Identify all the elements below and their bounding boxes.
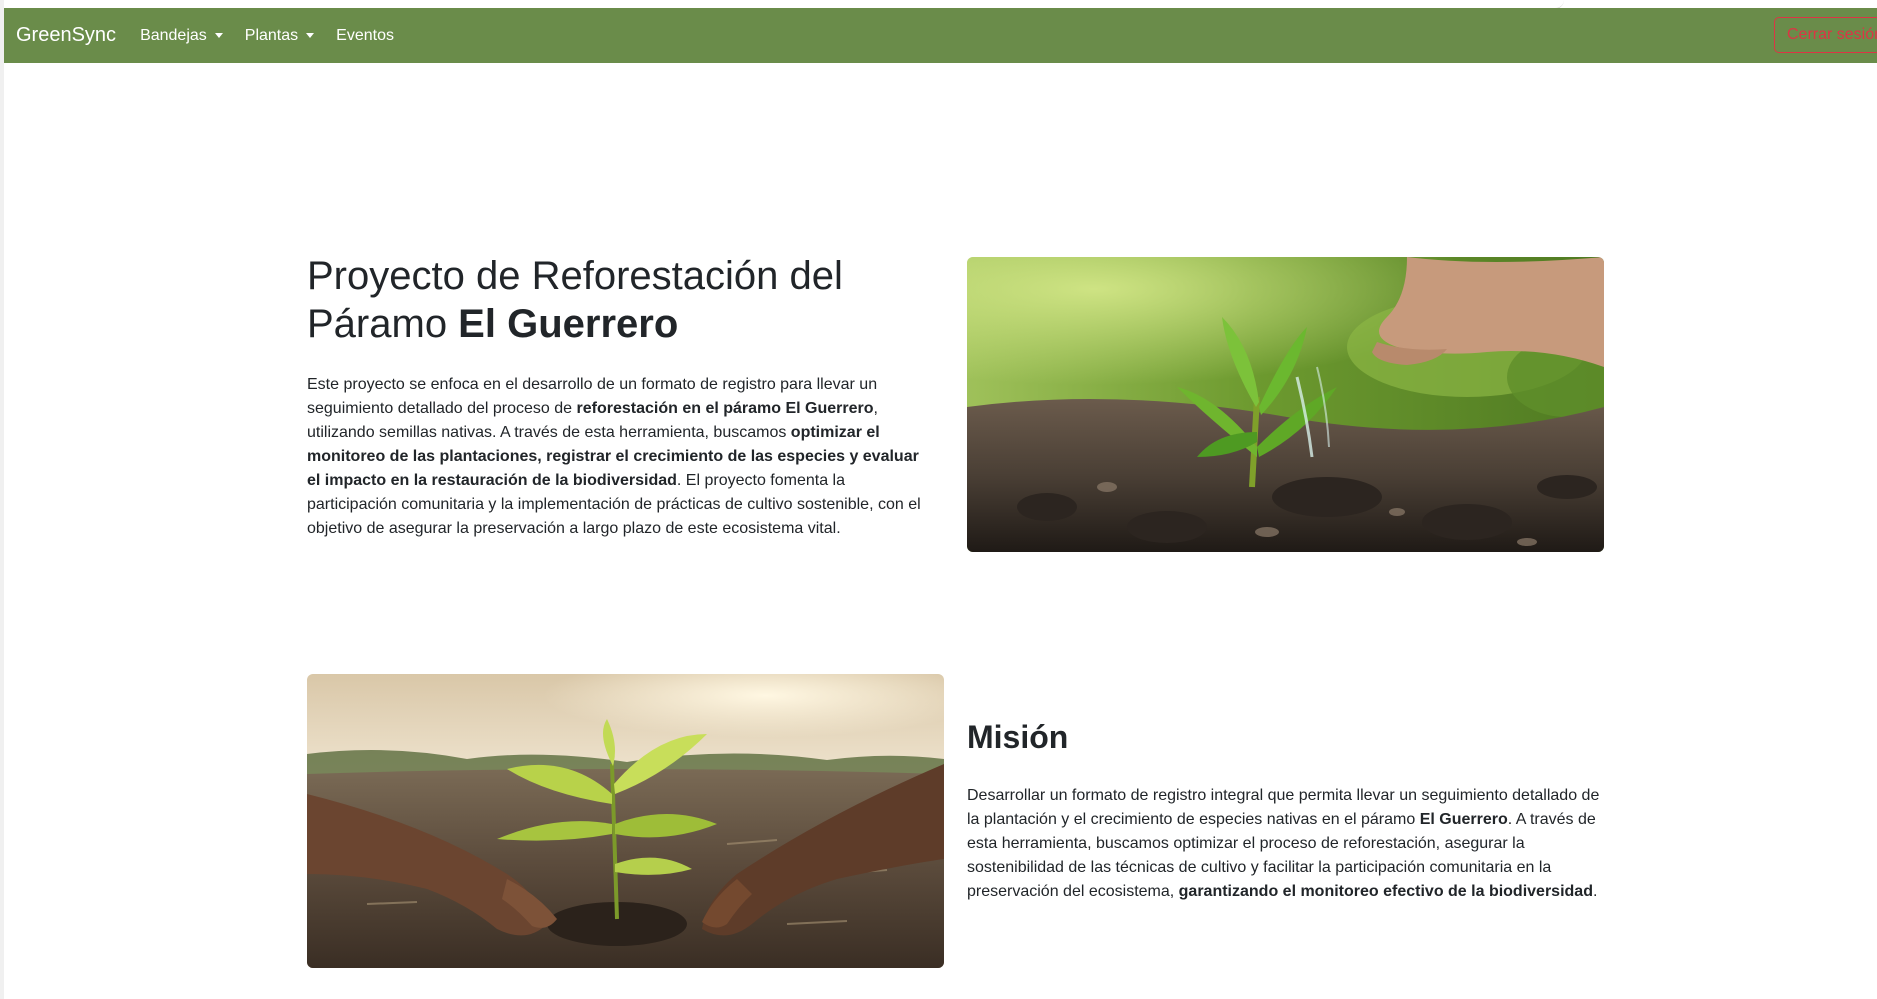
brand-logo[interactable]: GreenSync: [16, 24, 116, 47]
navbar: GreenSync Bandejas Plantas Eventos Cerra…: [4, 8, 1877, 63]
logout-button[interactable]: Cerrar sesión: [1774, 17, 1877, 53]
caret-down-icon: [214, 33, 223, 38]
seedling-watering-image: [967, 257, 1604, 552]
nav-item-plantas[interactable]: Plantas: [244, 26, 315, 45]
title-bold-text: El Guerrero: [458, 302, 679, 346]
page-title: Proyecto de Reforestación del Páramo El …: [307, 252, 947, 348]
mission-heading: Misión: [967, 719, 1069, 755]
project-description: Este proyecto se enfoca en el desarrollo…: [307, 373, 929, 541]
nav-item-label: Plantas: [244, 26, 299, 44]
nav-item-bandejas[interactable]: Bandejas: [140, 27, 223, 45]
mission-description: Desarrollar un formato de registro integ…: [967, 784, 1607, 904]
caret-down-icon: [306, 33, 315, 38]
page: GreenSync Bandejas Plantas Eventos Cerra…: [0, 0, 1877, 999]
nav-item-label: Eventos: [336, 26, 394, 44]
nav-item-eventos[interactable]: Eventos: [336, 27, 394, 45]
hands-planting-image: [307, 674, 944, 968]
description-bold: reforestación en el páramo El Guerrero: [576, 400, 874, 417]
mission-text: .: [1592, 883, 1598, 900]
nav-item-label: Bandejas: [140, 26, 207, 44]
mission-bold: El Guerrero: [1419, 811, 1508, 828]
mission-bold: garantizando el monitoreo efectivo de la…: [1178, 883, 1593, 900]
